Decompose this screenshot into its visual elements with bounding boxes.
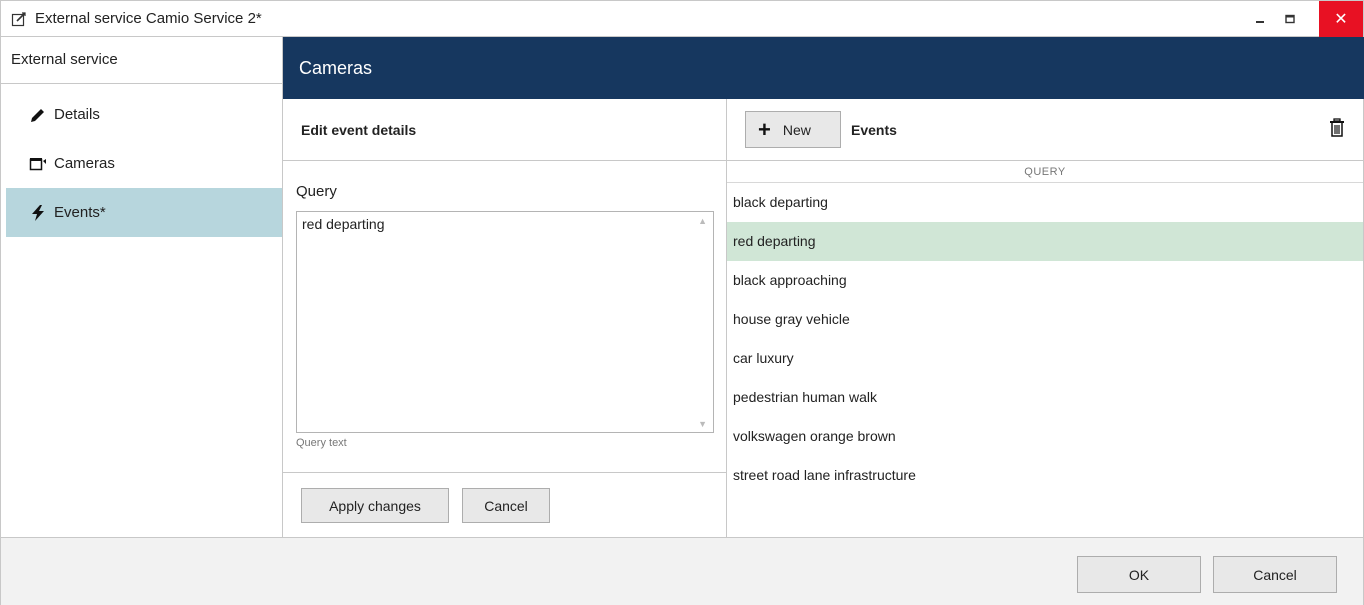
close-icon: ✕ [1334, 11, 1348, 28]
query-label: Query [296, 183, 337, 200]
sidebar-item-cameras[interactable]: Cameras [6, 139, 282, 188]
cancel-edit-button[interactable]: Cancel [462, 488, 550, 523]
maximize-button[interactable] [1275, 1, 1305, 37]
sidebar-item-label: Events* [54, 204, 106, 221]
close-button[interactable]: ✕ [1319, 1, 1363, 37]
table-row[interactable]: pedestrian human walk [727, 378, 1363, 417]
scroll-down-icon[interactable]: ▼ [698, 419, 707, 429]
ok-button[interactable]: OK [1077, 556, 1201, 593]
page-title: Cameras [299, 58, 373, 78]
page-header: Cameras [283, 37, 1364, 99]
events-panel: + New Events QUERY black departing red de… [727, 99, 1364, 537]
sidebar: External service Details Cameras Events* [0, 37, 283, 537]
scroll-up-icon[interactable]: ▲ [698, 216, 707, 226]
sidebar-header: External service [1, 37, 282, 84]
apply-changes-button[interactable]: Apply changes [301, 488, 449, 523]
query-value: red departing [302, 216, 385, 232]
query-textarea[interactable]: red departing ▲ ▼ [296, 211, 714, 433]
new-event-button[interactable]: + New [745, 111, 841, 148]
edit-panel-title: Edit event details [283, 99, 726, 161]
edit-panel-footer: Apply changes Cancel [283, 472, 726, 537]
sidebar-item-details[interactable]: Details [6, 90, 282, 139]
cancel-button[interactable]: Cancel [1213, 556, 1337, 593]
table-row[interactable]: red departing [727, 222, 1363, 261]
column-header-query[interactable]: QUERY [727, 161, 1363, 183]
table-row[interactable]: black departing [727, 183, 1363, 222]
table-row[interactable]: black approaching [727, 261, 1363, 300]
pencil-icon [28, 105, 48, 125]
dialog-footer: OK Cancel [0, 537, 1364, 605]
table-row[interactable]: volkswagen orange brown [727, 417, 1363, 456]
table-row[interactable]: house gray vehicle [727, 300, 1363, 339]
edit-window-icon [11, 10, 29, 28]
new-button-label: New [782, 121, 811, 138]
window-title: External service Camio Service 2* [35, 10, 262, 27]
sidebar-item-label: Cameras [54, 155, 115, 172]
plus-icon: + [758, 116, 771, 142]
edit-event-panel: Edit event details Query red departing ▲… [283, 99, 727, 537]
title-bar: External service Camio Service 2* ✕ [0, 0, 1364, 37]
minimize-button[interactable] [1245, 1, 1275, 37]
query-hint: Query text [296, 437, 347, 449]
table-row[interactable]: car luxury [727, 339, 1363, 378]
camera-icon [28, 154, 48, 174]
events-title: Events [851, 122, 897, 138]
sidebar-item-label: Details [54, 106, 100, 123]
trash-icon[interactable] [1329, 118, 1345, 138]
sidebar-item-events[interactable]: Events* [6, 188, 282, 237]
table-row[interactable]: street road lane infrastructure [727, 456, 1363, 495]
lightning-icon [28, 203, 48, 223]
events-toolbar: + New Events [727, 99, 1363, 161]
